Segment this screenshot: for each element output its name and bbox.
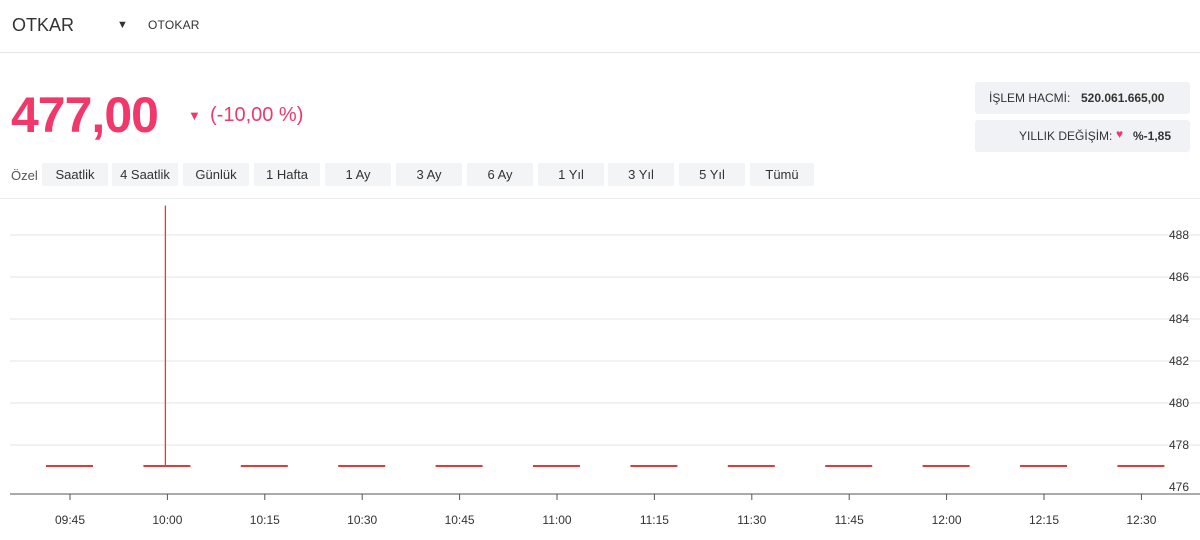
candle-body xyxy=(338,465,386,467)
range-button-5y[interactable]: 5 Yıl xyxy=(679,163,745,186)
y-tick-label: 486 xyxy=(1169,270,1189,284)
candle-body xyxy=(922,465,970,467)
x-tick-label: 12:15 xyxy=(1029,513,1059,527)
down-arrow-icon: ▼ xyxy=(188,108,201,123)
x-tick-label: 11:30 xyxy=(737,513,766,527)
candle-body xyxy=(533,465,580,467)
company-name: OTOKAR xyxy=(148,18,200,32)
price-chart[interactable]: 476 478 480 482 484 486 488 09:45 10:00 10:15 10:… xyxy=(0,200,1200,540)
range-button-daily[interactable]: Günlük xyxy=(183,163,249,186)
volume-label: İŞLEM HACMİ: xyxy=(989,91,1071,105)
x-tick-label: 11:00 xyxy=(542,513,571,527)
range-button-1m[interactable]: 1 Ay xyxy=(325,163,391,186)
x-tick-label: 12:00 xyxy=(932,513,962,527)
x-tick-label: 10:15 xyxy=(250,513,280,527)
x-tick-label: 10:30 xyxy=(347,513,377,527)
candle-body xyxy=(727,465,775,467)
candle-body xyxy=(825,465,873,467)
y-tick-label: 482 xyxy=(1169,354,1189,368)
x-tick-label: 10:00 xyxy=(152,513,182,527)
candle-body xyxy=(143,465,191,467)
range-selector: Özel Saatlik 4 Saatlik Günlük 1 Hafta 1 … xyxy=(0,163,1200,187)
x-tick-label: 11:15 xyxy=(640,513,669,527)
range-button-4h[interactable]: 4 Saatlik xyxy=(112,163,178,186)
range-custom-label[interactable]: Özel xyxy=(11,168,38,183)
range-button-hourly[interactable]: Saatlik xyxy=(42,163,108,186)
candle-body xyxy=(435,465,483,467)
candle-body xyxy=(1020,465,1067,467)
yearly-change-box: YILLIK DEĞİŞİM: ♥ %-1,85 xyxy=(975,120,1190,152)
range-button-6m[interactable]: 6 Ay xyxy=(467,163,533,186)
candle-body xyxy=(240,465,288,467)
candle-body xyxy=(630,465,678,467)
y-tick-label: 480 xyxy=(1169,396,1189,410)
y-tick-label: 476 xyxy=(1169,480,1189,494)
volume-value: 520.061.665,00 xyxy=(1081,91,1165,105)
symbol-dropdown-icon[interactable]: ▼ xyxy=(117,19,128,31)
price-change: (-10,00 %) xyxy=(210,104,304,126)
x-tick-label: 11:45 xyxy=(835,513,864,527)
volume-box: İŞLEM HACMİ: 520.061.665,00 xyxy=(975,82,1190,114)
y-tick-label: 488 xyxy=(1169,228,1189,242)
y-tick-label: 478 xyxy=(1169,438,1189,452)
symbol-title: OTKAR xyxy=(12,15,75,35)
heart-down-icon: ♥ xyxy=(1116,127,1124,141)
x-tick-label: 12:30 xyxy=(1126,513,1156,527)
range-button-1w[interactable]: 1 Hafta xyxy=(254,163,320,186)
candle-body xyxy=(46,465,93,467)
yearly-change-value: %-1,85 xyxy=(1133,129,1172,143)
range-button-1y[interactable]: 1 Yıl xyxy=(538,163,604,186)
divider xyxy=(0,198,1200,199)
x-tick-label: 09:45 xyxy=(55,513,85,527)
range-button-all[interactable]: Tümü xyxy=(750,163,814,186)
header: OTKAR ▼ OTOKAR xyxy=(0,0,1200,53)
range-button-3m[interactable]: 3 Ay xyxy=(396,163,462,186)
range-button-3y[interactable]: 3 Yıl xyxy=(608,163,674,186)
last-price: 477,00 xyxy=(11,87,159,143)
candle-body xyxy=(1117,465,1165,467)
y-tick-label: 484 xyxy=(1169,312,1189,326)
yearly-change-label: YILLIK DEĞİŞİM: xyxy=(1019,129,1113,143)
x-tick-label: 10:45 xyxy=(445,513,475,527)
